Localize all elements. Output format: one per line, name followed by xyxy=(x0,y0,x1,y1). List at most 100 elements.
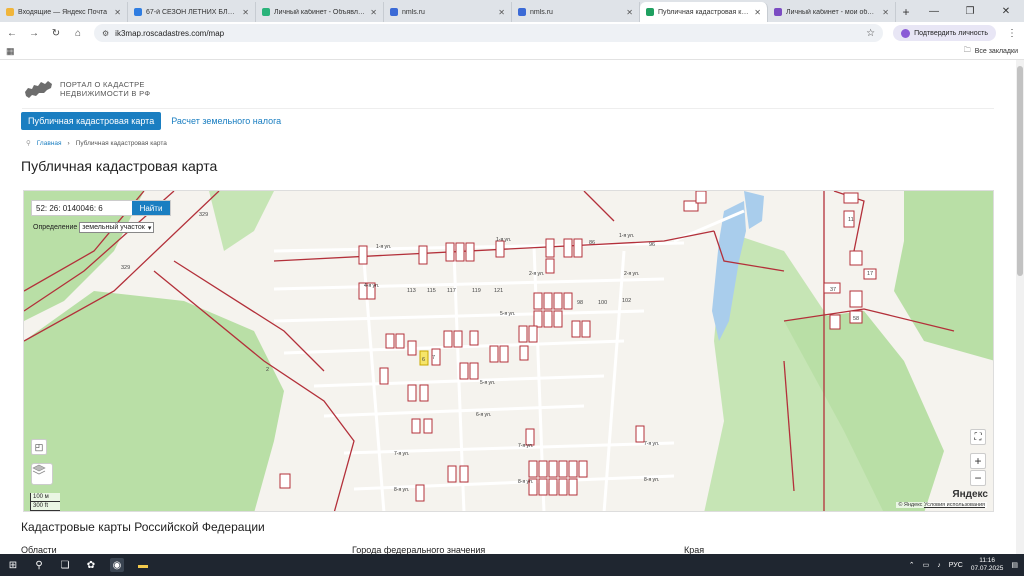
layers-icon xyxy=(32,464,46,475)
search-icon[interactable]: ⚲ xyxy=(32,558,46,572)
definition-select[interactable]: земельный участок ▾ xyxy=(79,222,155,233)
svg-text:5-я ул.: 5-я ул. xyxy=(500,311,515,317)
browser-tab[interactable]: Личный кабинет - мои объяв ✕ xyxy=(768,2,896,22)
browser-tab[interactable]: 67-й СЕЗОН ЛЕТНИХ БЛАГОТВ ✕ xyxy=(128,2,256,22)
nav-public-map[interactable]: Публичная кадастровая карта xyxy=(21,112,162,130)
verify-identity-button[interactable]: Подтвердить личность xyxy=(893,25,996,41)
windows-taskbar: ⊞ ⚲ ❏ ✿ ◉ ▬ ⌃ ▭ ♪ РУС 11:16 07.07.2025 ▤ xyxy=(0,554,1024,576)
clock[interactable]: 11:16 07.07.2025 xyxy=(971,557,1004,573)
tab-title: Входящие — Яндекс Почта xyxy=(18,8,108,16)
svg-text:7-я ул.: 7-я ул. xyxy=(394,451,409,457)
svg-text:2: 2 xyxy=(266,367,269,373)
breadcrumb-home[interactable]: Главная xyxy=(37,140,62,147)
keyboard-language[interactable]: РУС xyxy=(949,562,963,569)
chevron-down-icon: ▾ xyxy=(147,224,152,232)
tab-close-icon[interactable]: ✕ xyxy=(242,8,249,17)
browser-toolbar: ← → ↻ ⌂ ⚙ ik3map.roscadastres.com/map ☆ … xyxy=(0,22,1024,44)
map-canvas[interactable]: 1-я ул. 1-я ул. 1-я ул. 2-я ул. 2-я ул. … xyxy=(24,191,994,512)
browser-tab[interactable]: nmls.ru ✕ xyxy=(384,2,512,22)
fullscreen-icon: ⛶ xyxy=(974,431,982,443)
zoom-out-button[interactable]: − xyxy=(970,470,986,486)
verify-label: Подтвердить личность xyxy=(914,29,988,37)
bookmark-star-icon[interactable]: ☆ xyxy=(866,28,875,39)
close-window-icon[interactable]: ✕ xyxy=(988,6,1024,17)
search-button[interactable]: Найти xyxy=(132,201,170,215)
browser-tab[interactable]: Публичная кадастровая карта ✕ xyxy=(640,2,768,22)
cadastral-number-input[interactable] xyxy=(32,201,132,215)
network-icon[interactable]: ▭ xyxy=(923,561,930,569)
svg-text:1-я ул.: 1-я ул. xyxy=(496,237,511,243)
forest-area xyxy=(209,191,274,251)
chrome-icon[interactable]: ◉ xyxy=(110,558,124,572)
browser-tab-bar: Входящие — Яндекс Почта ✕ 67-й СЕЗОН ЛЕТНИ… xyxy=(0,0,1024,22)
nav-land-tax[interactable]: Расчет земельного налога xyxy=(169,112,283,130)
svg-text:7-я ул.: 7-я ул. xyxy=(644,441,659,447)
section-title: Кадастровые карты Российской Федерации xyxy=(21,520,265,534)
back-arrow-icon[interactable]: ← xyxy=(6,28,18,39)
app-icon[interactable]: ✿ xyxy=(84,558,98,572)
task-view-icon[interactable]: ❏ xyxy=(58,558,72,572)
notifications-icon[interactable]: ▤ xyxy=(1011,561,1018,569)
svg-text:102: 102 xyxy=(622,298,631,304)
new-tab-button[interactable]: + xyxy=(896,2,916,22)
page-scrollbar[interactable] xyxy=(1016,60,1024,554)
fullscreen-button[interactable]: ⛶ xyxy=(970,429,986,445)
page-title: Публичная кадастровая карта xyxy=(21,158,218,174)
minimize-icon[interactable]: — xyxy=(916,6,952,17)
tab-close-icon[interactable]: ✕ xyxy=(114,8,121,17)
column-federal-cities: Города федерального значения xyxy=(352,545,486,554)
map-copyright: © Яндекс Условия использования xyxy=(896,502,987,508)
clock-date: 07.07.2025 xyxy=(970,565,1004,572)
tab-favicon-icon xyxy=(774,8,782,16)
all-bookmarks-button[interactable]: 🗀 Все закладки xyxy=(964,46,1018,57)
tab-title: nmls.ru xyxy=(530,8,553,16)
scrollbar-thumb[interactable] xyxy=(1017,66,1023,276)
forward-arrow-icon[interactable]: → xyxy=(28,28,40,39)
svg-text:7-я ул.: 7-я ул. xyxy=(518,443,533,449)
browser-tab[interactable]: Личный кабинет - Объявления ✕ xyxy=(256,2,384,22)
svg-text:86: 86 xyxy=(589,240,595,246)
volume-icon[interactable]: ♪ xyxy=(937,562,941,569)
tab-close-icon[interactable]: ✕ xyxy=(370,8,377,17)
all-bookmarks-label: Все закладки xyxy=(974,48,1018,55)
tab-title: Личный кабинет - Объявления xyxy=(274,8,367,16)
site-logo[interactable]: ПОРТАЛ О КАДАСТРЕ НЕДВИЖИМОСТИ В РФ xyxy=(24,78,150,100)
tab-title: 67-й СЕЗОН ЛЕТНИХ БЛАГОТВ xyxy=(146,8,238,16)
browser-tab[interactable]: Входящие — Яндекс Почта ✕ xyxy=(0,2,128,22)
tab-close-icon[interactable]: ✕ xyxy=(626,8,633,17)
svg-text:2-я ул.: 2-я ул. xyxy=(529,271,544,277)
file-explorer-icon[interactable]: ▬ xyxy=(136,558,150,572)
site-info-icon[interactable]: ⚙ xyxy=(102,29,109,38)
location-pin-icon: ⚲ xyxy=(26,140,31,147)
tab-close-icon[interactable]: ✕ xyxy=(754,8,761,17)
svg-text:329: 329 xyxy=(121,265,130,271)
cadastral-map[interactable]: 1-я ул. 1-я ул. 1-я ул. 2-я ул. 2-я ул. … xyxy=(23,190,994,512)
terms-link[interactable]: Условия использования xyxy=(924,502,985,508)
maximize-icon[interactable]: ❐ xyxy=(952,6,988,17)
apps-grid-icon[interactable]: ▦ xyxy=(6,46,15,57)
tab-close-icon[interactable]: ✕ xyxy=(882,8,889,17)
reload-icon[interactable]: ↻ xyxy=(50,28,62,39)
tab-title: nmls.ru xyxy=(402,8,425,16)
home-icon[interactable]: ⌂ xyxy=(72,28,84,39)
window-controls: — ❐ ✕ xyxy=(916,0,1024,22)
header-divider xyxy=(22,108,994,109)
browser-tab[interactable]: nmls.ru ✕ xyxy=(512,2,640,22)
svg-text:7: 7 xyxy=(432,355,435,361)
windows-start-icon[interactable]: ⊞ xyxy=(6,558,20,572)
tray-chevron-icon[interactable]: ⌃ xyxy=(909,561,915,569)
menu-dots-icon[interactable]: ⋮ xyxy=(1006,28,1018,39)
ruler-tool-button[interactable]: ◰ xyxy=(31,439,47,455)
profile-avatar-icon xyxy=(901,28,911,38)
tab-close-icon[interactable]: ✕ xyxy=(498,8,505,17)
zoom-in-button[interactable]: + xyxy=(970,453,986,469)
cadastral-search: Найти xyxy=(31,200,171,216)
layers-button[interactable] xyxy=(31,463,53,485)
scale-feet: 300 ft xyxy=(30,502,60,511)
address-bar[interactable]: ⚙ ik3map.roscadastres.com/map ☆ xyxy=(94,24,884,42)
svg-text:98: 98 xyxy=(577,300,583,306)
svg-text:119: 119 xyxy=(472,288,481,294)
logo-line-2: НЕДВИЖИМОСТИ В РФ xyxy=(60,89,151,98)
svg-text:8-я ул.: 8-я ул. xyxy=(394,487,409,493)
column-krai: Края xyxy=(684,545,705,554)
